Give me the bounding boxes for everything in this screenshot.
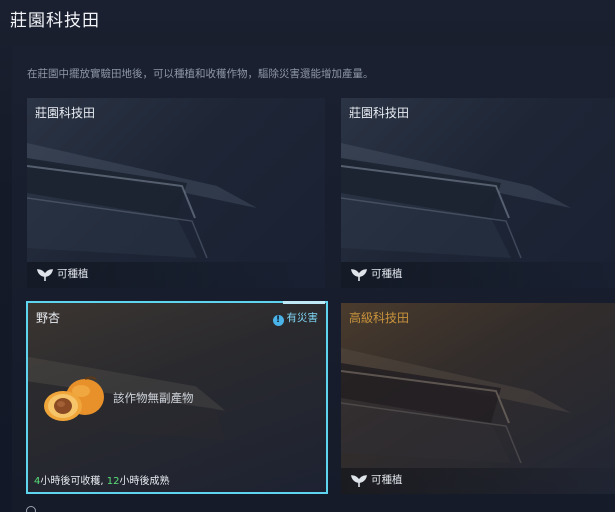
card-footer: 可種植 <box>341 468 615 494</box>
field-card-apricot[interactable]: 野杏 ! 有災害 該作物無副產物 4小時後可收穫, 12小時後成熟 <box>26 301 328 494</box>
selected-tab-indicator <box>283 301 325 304</box>
hazard-indicator[interactable]: ! 有災害 <box>272 310 319 326</box>
harvest-text: 小時後可收穫, <box>40 476 104 487</box>
sprout-icon <box>351 269 367 281</box>
title-bar: 莊園科技田 <box>0 0 615 40</box>
page-title: 莊園科技田 <box>10 11 100 31</box>
field-decoration <box>341 143 571 259</box>
status-label: 可種植 <box>57 268 89 280</box>
hazard-label: 有災害 <box>286 312 319 324</box>
field-card-2[interactable]: 莊園科技田 可種植 <box>341 98 615 288</box>
card-footer: 可種植 <box>27 262 325 288</box>
sprout-icon <box>351 475 367 487</box>
field-card-advanced[interactable]: 高級科技田 可種植 <box>341 303 615 494</box>
byproduct-text: 該作物無副產物 <box>113 391 194 405</box>
description-text: 在莊園中擺放實驗田地後，可以種植和收穫作物，驅除災害還能增加產量。 <box>27 68 374 80</box>
card-title: 莊園科技田 <box>349 106 410 120</box>
card-footer: 可種植 <box>341 262 615 288</box>
status-label: 可種植 <box>371 268 403 280</box>
field-decoration <box>27 143 257 259</box>
sprout-icon <box>37 269 53 281</box>
mature-hours: 12 <box>106 476 120 487</box>
mature-text: 小時後成熟 <box>119 476 170 487</box>
field-card-1[interactable]: 莊園科技田 可種植 <box>27 98 325 288</box>
game-screen: 莊園科技田 在莊園中擺放實驗田地後，可以種植和收穫作物，驅除災害還能增加產量。 … <box>0 0 615 512</box>
status-label: 可種植 <box>371 474 403 486</box>
exclamation-icon: ! <box>272 315 284 326</box>
card-title: 野杏 <box>36 311 61 325</box>
info-icon[interactable] <box>26 506 36 512</box>
apricot-icon <box>44 376 104 421</box>
field-decoration <box>341 348 571 464</box>
card-title: 高級科技田 <box>349 311 410 325</box>
growth-timer: 4小時後可收穫, 12小時後成熟 <box>34 472 169 487</box>
card-title: 莊園科技田 <box>35 106 96 120</box>
